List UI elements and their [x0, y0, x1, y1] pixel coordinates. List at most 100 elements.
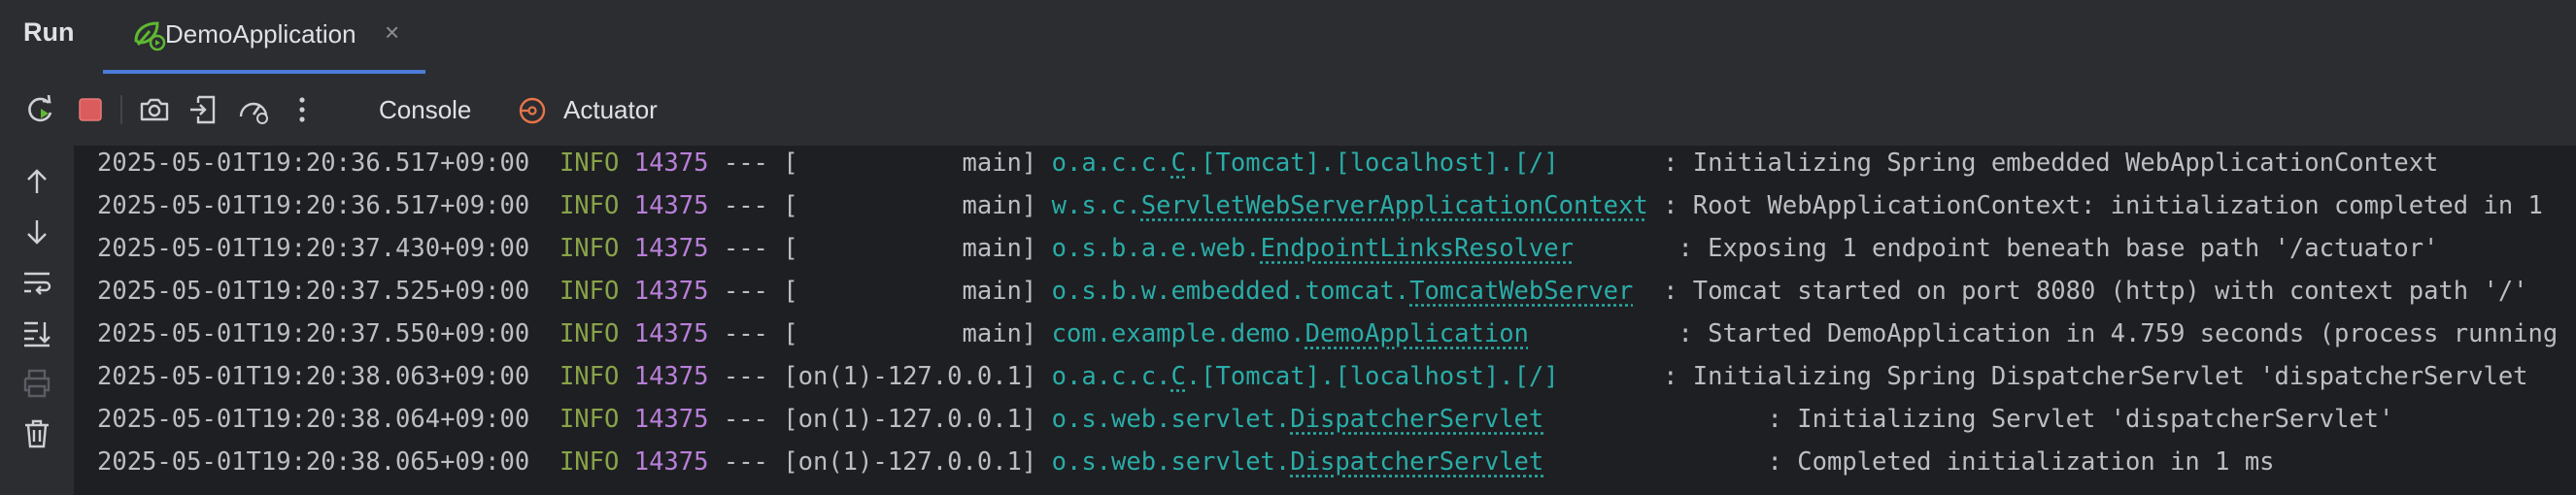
log-level: INFO — [559, 234, 620, 263]
log-line: 2025-05-01T19:20:36.517+09:00 INFO 14375… — [97, 146, 2438, 182]
log-level: INFO — [559, 319, 620, 348]
log-logger-suffix — [1543, 447, 1752, 477]
log-message: : Started DemoApplication in 4.759 secon… — [1663, 319, 2559, 348]
log-message: : Initializing Spring DispatcherServlet … — [1647, 362, 2528, 391]
more-options-icon[interactable] — [284, 91, 321, 128]
close-icon[interactable]: × — [385, 17, 399, 48]
log-logger-suffix — [1543, 405, 1752, 434]
log-timestamp: 2025-05-01T19:20:38.063+09:00 — [97, 362, 530, 391]
log-pid: 14375 — [633, 362, 709, 391]
log-logger-link[interactable]: DemoApplication — [1305, 319, 1529, 348]
log-line: 2025-05-01T19:20:38.065+09:00 INFO 14375… — [97, 443, 2275, 481]
log-logger-prefix: o.s.web.servlet. — [1051, 447, 1291, 477]
log-pid: 14375 — [633, 234, 709, 263]
log-level: INFO — [559, 447, 620, 477]
log-timestamp: 2025-05-01T19:20:38.064+09:00 — [97, 405, 530, 434]
log-separator: --- — [723, 277, 768, 306]
tab-actuator-label: Actuator — [563, 95, 658, 124]
log-separator: --- — [723, 234, 768, 263]
log-thread: [on(1)-127.0.0.1] — [783, 362, 1037, 391]
log-message: : Initializing Servlet 'dispatcherServle… — [1752, 405, 2394, 434]
scroll-to-end-icon[interactable] — [18, 314, 55, 351]
console-output[interactable]: 2025-05-01T19:20:36.517+09:00 INFO 14375… — [74, 146, 2576, 495]
actuator-icon — [517, 95, 548, 126]
log-timestamp: 2025-05-01T19:20:36.517+09:00 — [97, 191, 530, 220]
log-separator: --- — [723, 447, 768, 477]
attach-debugger-icon[interactable] — [185, 91, 221, 128]
log-logger-link[interactable]: C — [1170, 362, 1185, 391]
log-logger-link[interactable]: DispatcherServlet — [1290, 405, 1543, 434]
log-pid: 14375 — [633, 148, 709, 178]
console-toolbar: Console Actuator — [0, 74, 2576, 146]
log-message: : Tomcat started on port 8080 (http) wit… — [1647, 277, 2528, 306]
log-pid: 14375 — [633, 447, 709, 477]
trash-icon[interactable] — [18, 415, 55, 452]
log-timestamp: 2025-05-01T19:20:37.525+09:00 — [97, 277, 530, 306]
log-pid: 14375 — [633, 277, 709, 306]
log-separator: --- — [723, 405, 768, 434]
log-timestamp: 2025-05-01T19:20:38.065+09:00 — [97, 447, 530, 477]
log-thread: [ main] — [783, 148, 1037, 178]
camera-icon[interactable] — [136, 91, 173, 128]
tab-label: DemoApplication — [165, 19, 356, 49]
log-separator: --- — [723, 191, 768, 220]
log-logger-prefix: o.s.b.a.e.web. — [1051, 234, 1261, 263]
log-logger-link[interactable]: C — [1170, 148, 1185, 178]
soft-wrap-icon[interactable] — [18, 264, 55, 301]
log-pid: 14375 — [633, 319, 709, 348]
log-thread: [on(1)-127.0.0.1] — [783, 405, 1037, 434]
log-logger-prefix: w.s.c. — [1051, 191, 1141, 220]
log-level: INFO — [559, 191, 620, 220]
tab-console[interactable]: Console — [379, 74, 471, 146]
log-logger-suffix — [1633, 277, 1647, 306]
log-logger-prefix: com.example.demo. — [1051, 319, 1305, 348]
log-level: INFO — [559, 362, 620, 391]
tool-window-header: Run DemoApplication × — [0, 0, 2576, 74]
profiler-gauge-icon[interactable] — [235, 91, 272, 128]
log-logger-link[interactable]: DispatcherServlet — [1290, 447, 1543, 477]
log-logger-link[interactable]: ServletWebServerApplicationContext — [1141, 191, 1648, 220]
arrow-down-icon[interactable] — [18, 214, 55, 250]
log-level: INFO — [559, 148, 620, 178]
log-logger-suffix: .[Tomcat].[localhost].[/] — [1185, 362, 1648, 391]
log-logger-prefix: o.s.web.servlet. — [1051, 405, 1291, 434]
log-logger-link[interactable]: EndpointLinksResolver — [1261, 234, 1574, 263]
log-separator: --- — [723, 319, 768, 348]
tab-actuator[interactable]: Actuator — [517, 74, 672, 146]
rerun-icon[interactable] — [21, 91, 58, 128]
log-logger-link[interactable]: TomcatWebServer — [1409, 277, 1633, 306]
log-thread: [on(1)-127.0.0.1] — [783, 447, 1037, 477]
log-separator: --- — [723, 148, 768, 178]
log-thread: [ main] — [783, 191, 1037, 220]
log-timestamp: 2025-05-01T19:20:37.430+09:00 — [97, 234, 530, 263]
log-timestamp: 2025-05-01T19:20:36.517+09:00 — [97, 148, 530, 178]
arrow-up-icon[interactable] — [18, 163, 55, 200]
log-message: : Completed initialization in 1 ms — [1752, 447, 2275, 477]
log-line: 2025-05-01T19:20:36.517+09:00 INFO 14375… — [97, 186, 2543, 225]
log-logger-prefix: o.a.c.c. — [1051, 362, 1171, 391]
log-logger-suffix: .[Tomcat].[localhost].[/] — [1185, 148, 1648, 178]
log-level: INFO — [559, 277, 620, 306]
log-level: INFO — [559, 405, 620, 434]
log-timestamp: 2025-05-01T19:20:37.550+09:00 — [97, 319, 530, 348]
log-thread: [ main] — [783, 277, 1037, 306]
log-line: 2025-05-01T19:20:37.430+09:00 INFO 14375… — [97, 229, 2438, 268]
print-icon[interactable] — [18, 365, 55, 402]
console-side-toolbar — [0, 146, 74, 495]
log-message: : Initializing Spring embedded WebApplic… — [1647, 148, 2439, 178]
log-thread: [ main] — [783, 319, 1037, 348]
log-pid: 14375 — [633, 191, 709, 220]
log-line: 2025-05-01T19:20:37.525+09:00 INFO 14375… — [97, 272, 2528, 311]
log-logger-suffix — [1529, 319, 1663, 348]
stop-icon[interactable] — [72, 91, 109, 128]
run-panel-title: Run — [23, 17, 75, 47]
log-separator: --- — [723, 362, 768, 391]
log-thread: [ main] — [783, 234, 1037, 263]
log-line: 2025-05-01T19:20:38.063+09:00 INFO 14375… — [97, 357, 2528, 396]
log-line: 2025-05-01T19:20:37.550+09:00 INFO 14375… — [97, 314, 2558, 353]
spring-run-config-icon — [128, 16, 167, 54]
log-logger-prefix: o.a.c.c. — [1051, 148, 1171, 178]
log-logger-prefix: o.s.b.w.embedded.tomcat. — [1051, 277, 1410, 306]
log-logger-suffix — [1574, 234, 1663, 263]
tab-demo-application[interactable]: DemoApplication × — [103, 0, 425, 74]
